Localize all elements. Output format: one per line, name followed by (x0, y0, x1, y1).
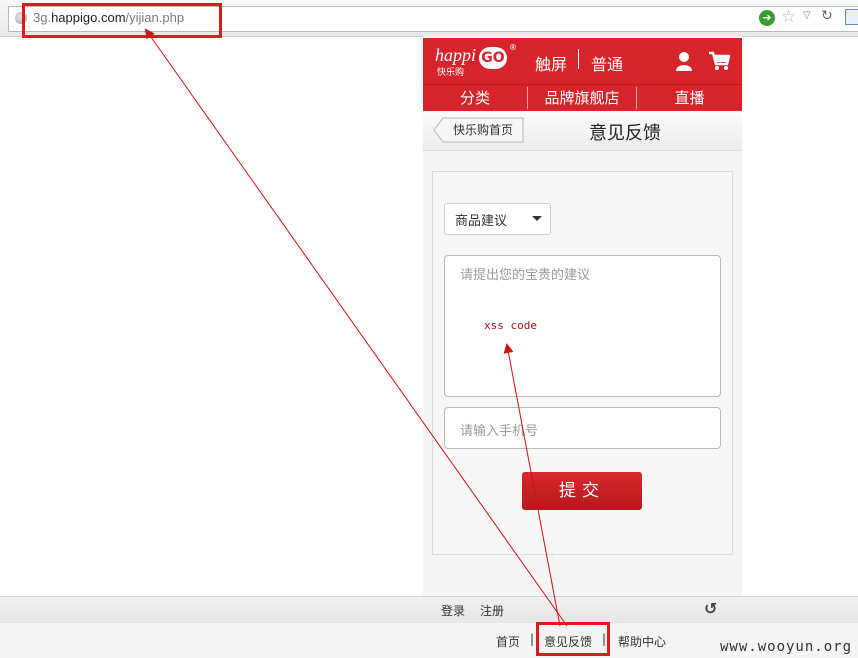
caret-down-icon (532, 216, 542, 221)
footer-links: 首页 | 意见反馈 | 帮助中心 www.wooyun.org (0, 623, 858, 658)
site-nav: 分类 品牌旗舰店 直播 (423, 84, 742, 111)
watermark: www.wooyun.org (720, 639, 853, 655)
history-dropdown-icon[interactable]: ▽ (803, 10, 811, 21)
category-selected: 商品建议 (455, 214, 508, 229)
footer-separator: | (530, 632, 535, 646)
go-icon[interactable]: ➜ (759, 10, 775, 26)
back-home-button[interactable]: 快乐购首页 (433, 117, 524, 143)
feedback-highlight-box (536, 622, 610, 656)
nav-live[interactable]: 直播 (637, 87, 742, 108)
reload-icon[interactable]: ↻ (821, 8, 833, 24)
logo-text: happi (435, 45, 477, 65)
nav-category[interactable]: 分类 (423, 87, 527, 108)
bookmark-star-icon[interactable]: ☆ (781, 7, 796, 27)
nav-brand-store[interactable]: 品牌旗舰店 (528, 87, 636, 108)
phone-input[interactable]: 请输入手机号 (444, 407, 721, 449)
footer-register-link[interactable]: 注册 (480, 602, 504, 619)
url-highlight-box (22, 3, 222, 38)
site-logo[interactable]: happi GO 快乐购 ® (435, 43, 517, 79)
bookmarks-icon[interactable] (845, 9, 858, 25)
suggestion-textarea[interactable]: 请提出您的宝贵的建议 xss code (444, 255, 721, 397)
back-home-label: 快乐购首页 (453, 123, 514, 137)
feedback-form: 商品建议 请提出您的宝贵的建议 xss code 请输入手机号 提交 (432, 171, 733, 555)
category-select[interactable]: 商品建议 (444, 203, 551, 235)
site-header: happi GO 快乐购 ® 触屏 普通 (423, 38, 742, 84)
footer-link-home[interactable]: 首页 (496, 633, 520, 650)
mode-plain-link[interactable]: 普通 (591, 51, 623, 75)
mobile-page: happi GO 快乐购 ® 触屏 普通 分类 品牌旗舰店 直播 快乐购首页 意… (423, 36, 742, 596)
cart-icon[interactable] (708, 50, 730, 72)
phone-placeholder: 请输入手机号 (460, 424, 539, 439)
page-subheader: 快乐购首页 意见反馈 (423, 112, 742, 151)
logo-go: GO (479, 47, 507, 69)
mode-divider (578, 49, 579, 69)
footer-login-link[interactable]: 登录 (441, 602, 465, 619)
suggestion-value: xss code (484, 319, 537, 332)
logo-subtitle: 快乐购 (437, 68, 465, 78)
user-icon[interactable] (675, 51, 693, 71)
suggestion-placeholder: 请提出您的宝贵的建议 (460, 268, 591, 283)
logo-registered: ® (509, 43, 517, 52)
back-to-top-icon[interactable]: ↺ (704, 599, 717, 618)
footer-account-bar: 登录 注册 ↺ (0, 596, 858, 624)
submit-button[interactable]: 提交 (522, 472, 642, 510)
page-title: 意见反馈 (589, 123, 661, 144)
mode-touch-link[interactable]: 触屏 (535, 51, 567, 75)
footer-link-help[interactable]: 帮助中心 (618, 633, 666, 650)
